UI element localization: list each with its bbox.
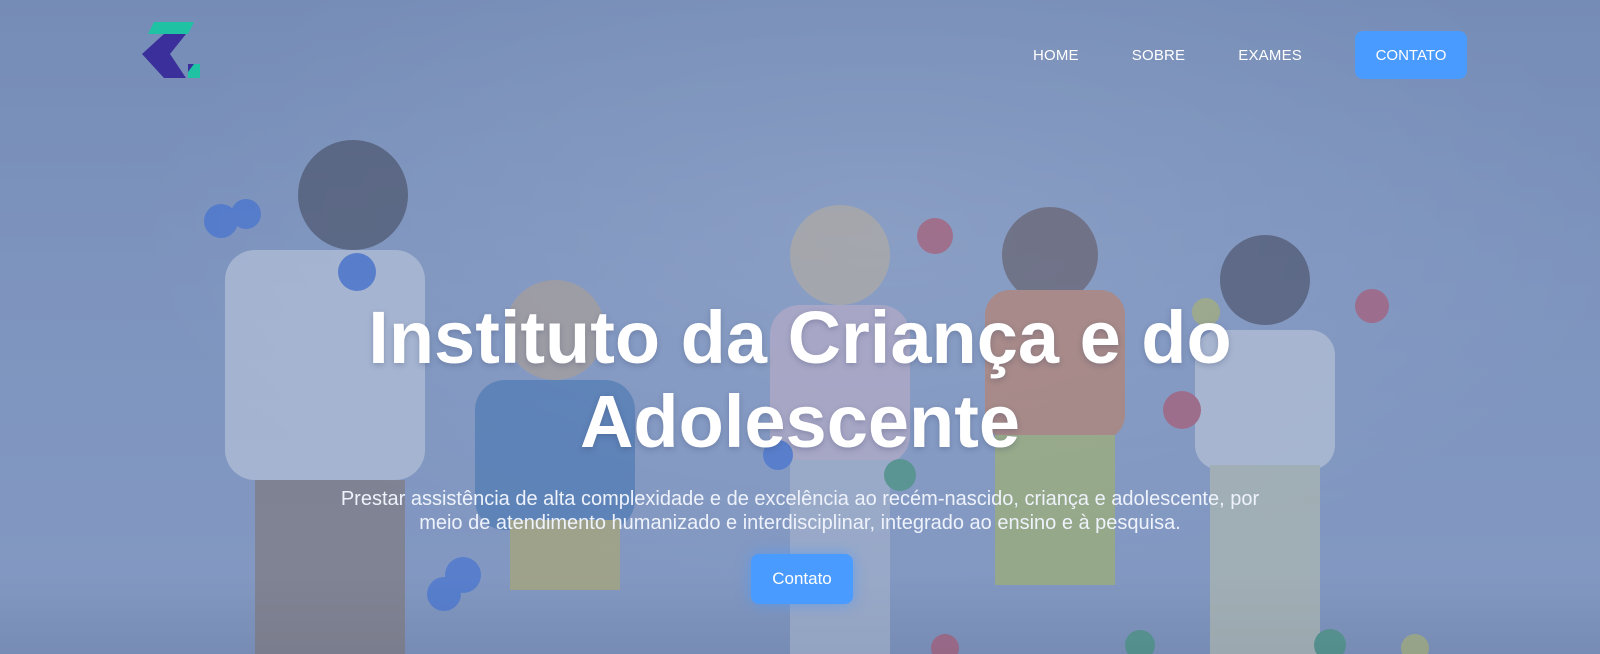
hero-title: Instituto da Criança e do Adolescente bbox=[0, 296, 1600, 464]
nav-home-link[interactable]: HOME bbox=[1033, 47, 1079, 64]
hero-subtitle-line: Prestar assistência de alta complexidade… bbox=[340, 488, 1260, 510]
hero-title-line: Instituto da Criança e do bbox=[368, 296, 1232, 379]
hero-contato-button[interactable]: Contato bbox=[751, 554, 853, 604]
nav-contato-button[interactable]: CONTATO bbox=[1355, 31, 1467, 79]
main-nav: HOME SOBRE EXAMES CONTATO bbox=[1033, 31, 1467, 79]
nav-sobre-link[interactable]: SOBRE bbox=[1132, 47, 1186, 64]
hero-section: HOME SOBRE EXAMES CONTATO Instituto da C… bbox=[0, 0, 1600, 654]
logo-icon[interactable] bbox=[142, 20, 204, 82]
hero-subtitle-line: meio de atendimento humanizado e interdi… bbox=[419, 512, 1181, 534]
hero-subtitle: Prestar assistência de alta complexidade… bbox=[300, 487, 1300, 535]
nav-exames-link[interactable]: EXAMES bbox=[1238, 47, 1302, 64]
hero-title-line: Adolescente bbox=[579, 380, 1021, 463]
